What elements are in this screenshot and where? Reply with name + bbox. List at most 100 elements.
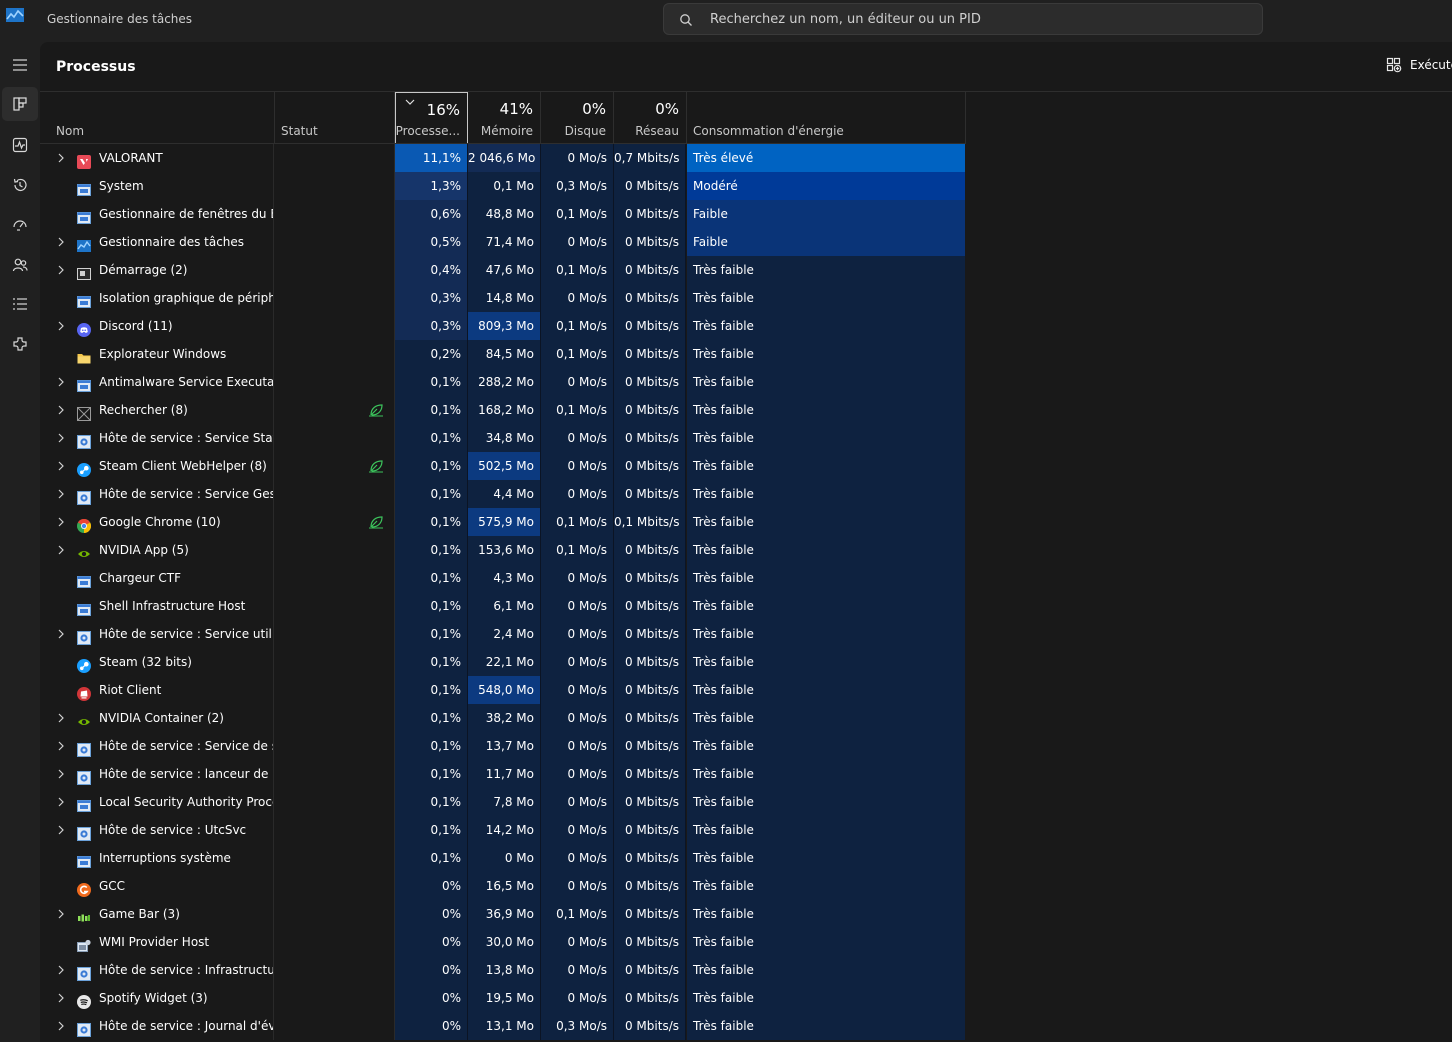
process-name-cell[interactable]: GCC [40,872,274,900]
process-name-cell[interactable]: VALORANT [40,144,274,172]
chevron-right-icon[interactable] [56,405,66,415]
nav-menu-button[interactable] [2,48,38,82]
chevron-right-icon[interactable] [56,265,66,275]
table-row[interactable]: Hôte de service : Service Gesti... 0,1%4,… [40,480,1452,508]
process-name-cell[interactable]: Gestionnaire des tâches [40,228,274,256]
run-new-task-button[interactable]: Exécute [1386,57,1452,73]
process-name-cell[interactable]: Riot Client [40,676,274,704]
table-row[interactable]: Discord (11) 0,3% 809,3 Mo 0,1 Mo/s 0 Mbits/… [40,312,1452,340]
table-row[interactable]: Spotify Widget (3) 0% 19,5 Mo 0 Mo/s 0 Mbits… [40,984,1452,1012]
process-name-cell[interactable]: Hôte de service : Journal d'évé... [40,1012,274,1040]
process-name-cell[interactable]: Hôte de service : Service utilis... [40,620,274,648]
chevron-right-icon[interactable] [56,909,66,919]
table-row[interactable]: Hôte de service : Service utilis... 0,1% 2… [40,620,1452,648]
chevron-right-icon[interactable] [56,769,66,779]
table-row[interactable]: Game Bar (3) 0% 36,9 Mo 0,1 Mo/s 0 Mbits/s Tr… [40,900,1452,928]
table-row[interactable]: Hôte de service : UtcSvc 0,1% 14,2 Mo 0 Mo/… [40,816,1452,844]
process-name-cell[interactable]: Google Chrome (10) [40,508,274,536]
nav-details[interactable] [2,287,38,321]
process-name-cell[interactable]: System [40,172,274,200]
process-name-cell[interactable]: Local Security Authority Proce... [40,788,274,816]
search-input[interactable]: Recherchez un nom, un éditeur ou un PID [710,12,981,27]
chevron-right-icon[interactable] [56,713,66,723]
table-row[interactable]: Hôte de service : Journal d'évé... 0%13,1… [40,1012,1452,1040]
table-row[interactable]: Google Chrome (10) 0,1% 575,9 Mo 0,1 Mo/s 0,… [40,508,1452,536]
chevron-right-icon[interactable] [56,237,66,247]
chevron-right-icon[interactable] [56,377,66,387]
table-row[interactable]: Hôte de service : Infrastructur... 0% 13,8… [40,956,1452,984]
process-name-cell[interactable]: Spotify Widget (3) [40,984,274,1012]
table-row[interactable]: Riot Client 0,1% 548,0 Mo 0 Mo/s 0 Mbits/s Tr… [40,676,1452,704]
table-row[interactable]: Shell Infrastructure Host 0,1% 6,1 Mo 0 Mo/… [40,592,1452,620]
table-row[interactable]: Chargeur CTF 0,1% 4,3 Mo 0 Mo/s 0 Mbits/s Trè… [40,564,1452,592]
chevron-right-icon[interactable] [56,825,66,835]
process-name-cell[interactable]: Hôte de service : Service Gesti... [40,480,274,508]
table-row[interactable]: Hôte de service : Service State ... 0,1%3… [40,424,1452,452]
chevron-right-icon[interactable] [56,517,66,527]
table-row[interactable]: WMI Provider Host 0% 30,0 Mo 0 Mo/s 0 Mbits/… [40,928,1452,956]
process-name-cell[interactable]: Discord (11) [40,312,274,340]
chevron-right-icon[interactable] [56,153,66,163]
table-row[interactable]: Gestionnaire des tâches 0,5% 71,4 Mo 0 Mo/s… [40,228,1452,256]
nav-startup-apps[interactable] [2,208,38,242]
chevron-right-icon[interactable] [56,461,66,471]
process-name-cell[interactable]: Hôte de service : Infrastructur... [40,956,274,984]
table-row[interactable]: Local Security Authority Proce... 0,1% 7,8… [40,788,1452,816]
process-name-cell[interactable]: Isolation graphique de périph... [40,284,274,312]
process-name-cell[interactable]: Shell Infrastructure Host [40,592,274,620]
process-name-cell[interactable]: Antimalware Service Executable [40,368,274,396]
process-name-cell[interactable]: Interruptions système [40,844,274,872]
table-row[interactable]: NVIDIA App (5) 0,1% 153,6 Mo 0,1 Mo/s 0 Mbit… [40,536,1452,564]
chevron-right-icon[interactable] [56,321,66,331]
chevron-right-icon[interactable] [56,741,66,751]
chevron-right-icon[interactable] [56,993,66,1003]
chevron-right-icon[interactable] [56,433,66,443]
process-name-cell[interactable]: Rechercher (8) [40,396,274,424]
table-row[interactable]: GCC 0% 16,5 Mo 0 Mo/s 0 Mbits/s Très faible [40,872,1452,900]
table-row[interactable]: VALORANT 11,1% 2 046,6 Mo 0 Mo/s 0,7 Mbits/s… [40,144,1452,172]
process-name-cell[interactable]: Steam (32 bits) [40,648,274,676]
process-name-cell[interactable]: Steam Client WebHelper (8) [40,452,274,480]
table-row[interactable]: Steam Client WebHelper (8) 0,1% 502,5 Mo 0 … [40,452,1452,480]
process-name-cell[interactable]: Hôte de service : Service de str... [40,732,274,760]
table-row[interactable]: System 1,3% 0,1 Mo 0,3 Mo/s 0 Mbits/s Modéré [40,172,1452,200]
table-row[interactable]: Interruptions système 0,1% 0 Mo 0 Mo/s 0 Mbi… [40,844,1452,872]
chevron-right-icon[interactable] [56,545,66,555]
column-header-name[interactable]: Nom [40,92,275,144]
process-name-cell[interactable]: Hôte de service : UtcSvc [40,816,274,844]
process-name-cell[interactable]: WMI Provider Host [40,928,274,956]
table-row[interactable]: Steam (32 bits) 0,1% 22,1 Mo 0 Mo/s 0 Mbits/… [40,648,1452,676]
table-row[interactable]: Gestionnaire de fenêtres du B... 0,6% 48,8… [40,200,1452,228]
process-name-cell[interactable]: NVIDIA App (5) [40,536,274,564]
nav-processes[interactable] [2,87,38,121]
nav-app-history[interactable] [2,168,38,202]
table-row[interactable]: Explorateur Windows 0,2% 84,5 Mo 0,1 Mo/s 0 … [40,340,1452,368]
column-header-cpu[interactable]: 16% Processe... [395,92,468,144]
chevron-right-icon[interactable] [56,965,66,975]
nav-users[interactable] [2,248,38,282]
table-row[interactable]: Rechercher (8) 0,1% 168,2 Mo 0,1 Mo/s 0 Mbit… [40,396,1452,424]
process-name-cell[interactable]: Explorateur Windows [40,340,274,368]
process-name-cell[interactable]: Gestionnaire de fenêtres du B... [40,200,274,228]
process-name-cell[interactable]: Hôte de service : Service State ... [40,424,274,452]
chevron-right-icon[interactable] [56,1021,66,1031]
chevron-right-icon[interactable] [56,629,66,639]
table-row[interactable]: Antimalware Service Executable 0,1% 288,2 … [40,368,1452,396]
process-name-cell[interactable]: NVIDIA Container (2) [40,704,274,732]
table-row[interactable]: Hôte de service : Service de str... 0,1%1… [40,732,1452,760]
column-header-disk[interactable]: 0% Disque [541,92,614,144]
column-header-network[interactable]: 0% Réseau [614,92,687,144]
chevron-right-icon[interactable] [56,489,66,499]
process-name-cell[interactable]: Démarrage (2) [40,256,274,284]
column-header-status[interactable]: Statut [275,92,395,144]
table-row[interactable]: Isolation graphique de périph... 0,3% 14,8… [40,284,1452,312]
table-row[interactable]: Démarrage (2) 0,4% 47,6 Mo 0,1 Mo/s 0 Mbits/… [40,256,1452,284]
process-name-cell[interactable]: Chargeur CTF [40,564,274,592]
column-header-power[interactable]: Consommation d'énergie [687,92,966,144]
table-row[interactable]: NVIDIA Container (2) 0,1% 38,2 Mo 0 Mo/s 0 M… [40,704,1452,732]
column-header-memory[interactable]: 41% Mémoire [468,92,541,144]
search-box[interactable]: Recherchez un nom, un éditeur ou un PID [663,3,1263,35]
table-row[interactable]: Hôte de service : lanceur de pr... 0,1%11… [40,760,1452,788]
nav-services[interactable] [2,327,38,361]
process-name-cell[interactable]: Game Bar (3) [40,900,274,928]
